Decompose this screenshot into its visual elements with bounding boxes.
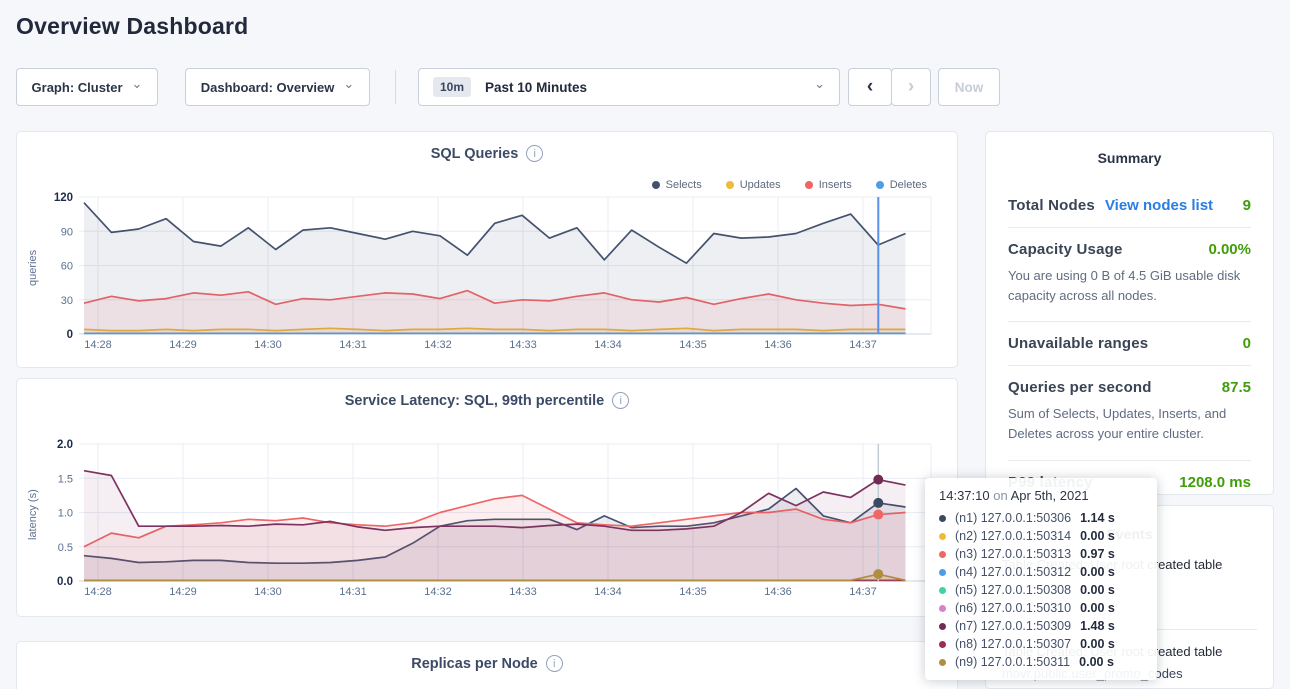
svg-text:14:29: 14:29 xyxy=(169,339,197,351)
svg-text:14:33: 14:33 xyxy=(509,339,537,351)
tooltip-timestamp: 14:37:10 on Apr 5th, 2021 xyxy=(939,488,1143,503)
svg-text:0.0: 0.0 xyxy=(57,576,73,588)
qps-value: 87.5 xyxy=(1222,379,1251,396)
now-button[interactable]: Now xyxy=(938,68,1000,106)
svg-text:2.0: 2.0 xyxy=(57,439,73,451)
prev-range-button[interactable]: ‹ xyxy=(848,68,892,106)
tooltip-row: (n6) 127.0.0.1:503100.00 s xyxy=(939,599,1143,617)
unavailable-ranges-label: Unavailable ranges xyxy=(1008,335,1148,352)
node-dot-icon xyxy=(939,659,946,666)
svg-text:30: 30 xyxy=(61,295,73,307)
tooltip-row: (n7) 127.0.0.1:503091.48 s xyxy=(939,617,1143,635)
svg-text:14:32: 14:32 xyxy=(424,339,452,351)
total-nodes-value: 9 xyxy=(1243,197,1251,214)
next-range-button[interactable]: › xyxy=(891,68,931,106)
node-dot-icon xyxy=(939,641,946,648)
tooltip-row: (n5) 127.0.0.1:503080.00 s xyxy=(939,581,1143,599)
tooltip-row: (n8) 127.0.0.1:503070.00 s xyxy=(939,635,1143,653)
node-dot-icon xyxy=(939,623,946,630)
node-dot-icon xyxy=(939,587,946,594)
summary-row-qps: Queries per second 87.5 Sum of Selects, … xyxy=(1008,366,1251,460)
qps-label: Queries per second xyxy=(1008,379,1152,396)
capacity-label: Capacity Usage xyxy=(1008,241,1123,258)
time-range-picker[interactable]: 10m Past 10 Minutes ⌄ xyxy=(418,68,840,106)
node-dot-icon xyxy=(939,605,946,612)
node-dot-icon xyxy=(939,569,946,576)
svg-text:1.0: 1.0 xyxy=(58,508,73,520)
chevron-down-icon: ⌄ xyxy=(343,80,354,88)
summary-row-unavailable: Unavailable ranges 0 xyxy=(1008,322,1251,366)
info-icon[interactable]: i xyxy=(546,655,563,672)
chevron-left-icon: ‹ xyxy=(867,76,873,98)
toolbar-divider xyxy=(395,70,396,104)
svg-text:14:36: 14:36 xyxy=(764,586,792,598)
svg-text:0: 0 xyxy=(67,329,73,341)
service-latency-chart-title: Service Latency: SQL, 99th percentile xyxy=(345,393,605,409)
tooltip-row: (n4) 127.0.0.1:503120.00 s xyxy=(939,563,1143,581)
svg-text:14:37: 14:37 xyxy=(849,586,877,598)
summary-panel: Summary Total Nodes View nodes list 9 Ca… xyxy=(985,131,1274,495)
chevron-down-icon: ⌄ xyxy=(814,80,825,88)
tooltip-row: (n9) 127.0.0.1:503110.00 s xyxy=(939,653,1143,671)
dashboard-dropdown[interactable]: Dashboard: Overview ⌄ xyxy=(185,68,370,106)
chart-tooltip: 14:37:10 on Apr 5th, 2021 (n1) 127.0.0.1… xyxy=(925,478,1157,680)
time-range-badge: 10m xyxy=(433,77,471,97)
svg-text:120: 120 xyxy=(54,192,73,204)
view-nodes-list-link[interactable]: View nodes list xyxy=(1105,197,1213,214)
chevron-down-icon: ⌄ xyxy=(132,80,143,88)
info-icon[interactable]: i xyxy=(612,392,629,409)
replicas-per-node-panel: Replicas per Node i xyxy=(16,641,958,689)
capacity-value: 0.00% xyxy=(1208,241,1251,258)
svg-text:0.5: 0.5 xyxy=(58,542,73,554)
svg-text:14:30: 14:30 xyxy=(254,339,282,351)
replicas-chart-title: Replicas per Node xyxy=(411,656,538,672)
unavailable-ranges-value: 0 xyxy=(1243,335,1251,352)
service-latency-chart[interactable]: 14:28 14:29 14:30 14:31 14:32 14:33 14:34 14:35… xyxy=(33,431,943,603)
tooltip-row: (n2) 127.0.0.1:503140.00 s xyxy=(939,527,1143,545)
svg-text:14:32: 14:32 xyxy=(424,586,452,598)
dashboard-dropdown-label: Dashboard: Overview xyxy=(201,80,335,95)
svg-text:14:37: 14:37 xyxy=(849,339,877,351)
page-title: Overview Dashboard xyxy=(16,13,248,40)
tooltip-row: (n3) 127.0.0.1:503130.97 s xyxy=(939,545,1143,563)
svg-text:14:34: 14:34 xyxy=(594,586,622,598)
svg-text:14:30: 14:30 xyxy=(254,586,282,598)
svg-text:1.5: 1.5 xyxy=(58,473,73,485)
sql-queries-chart-title: SQL Queries xyxy=(431,146,519,162)
svg-text:14:31: 14:31 xyxy=(339,586,367,598)
node-dot-icon xyxy=(939,533,946,540)
svg-text:14:35: 14:35 xyxy=(679,339,707,351)
total-nodes-label: Total Nodes xyxy=(1008,197,1095,214)
p99-latency-value: 1208.0 ms xyxy=(1179,474,1251,491)
svg-text:14:33: 14:33 xyxy=(509,586,537,598)
summary-row-total-nodes: Total Nodes View nodes list 9 xyxy=(1008,184,1251,228)
svg-text:90: 90 xyxy=(61,226,73,238)
chevron-right-icon: › xyxy=(908,76,914,98)
service-latency-panel: Service Latency: SQL, 99th percentile i … xyxy=(16,378,958,617)
summary-title: Summary xyxy=(1008,150,1251,166)
time-range-label: Past 10 Minutes xyxy=(485,80,587,95)
node-dot-icon xyxy=(939,515,946,522)
svg-text:14:29: 14:29 xyxy=(169,586,197,598)
svg-text:14:36: 14:36 xyxy=(764,339,792,351)
svg-text:14:28: 14:28 xyxy=(84,339,112,351)
svg-text:14:31: 14:31 xyxy=(339,339,367,351)
summary-row-capacity: Capacity Usage 0.00% You are using 0 B o… xyxy=(1008,228,1251,322)
graph-dropdown-label: Graph: Cluster xyxy=(32,80,123,95)
svg-text:14:28: 14:28 xyxy=(84,586,112,598)
graph-dropdown[interactable]: Graph: Cluster ⌄ xyxy=(16,68,158,106)
capacity-desc: You are using 0 B of 4.5 GiB usable disk… xyxy=(1008,266,1251,306)
sql-queries-panel: SQL Queries i Selects Updates Inserts De… xyxy=(16,131,958,368)
svg-text:14:35: 14:35 xyxy=(679,586,707,598)
tooltip-row: (n1) 127.0.0.1:503061.14 s xyxy=(939,509,1143,527)
svg-text:60: 60 xyxy=(61,261,73,273)
node-dot-icon xyxy=(939,551,946,558)
sql-queries-chart[interactable]: 14:28 14:29 14:30 14:31 14:32 14:33 14:34 14:35… xyxy=(33,184,943,356)
qps-desc: Sum of Selects, Updates, Inserts, and De… xyxy=(1008,404,1251,444)
info-icon[interactable]: i xyxy=(526,145,543,162)
svg-text:14:34: 14:34 xyxy=(594,339,622,351)
